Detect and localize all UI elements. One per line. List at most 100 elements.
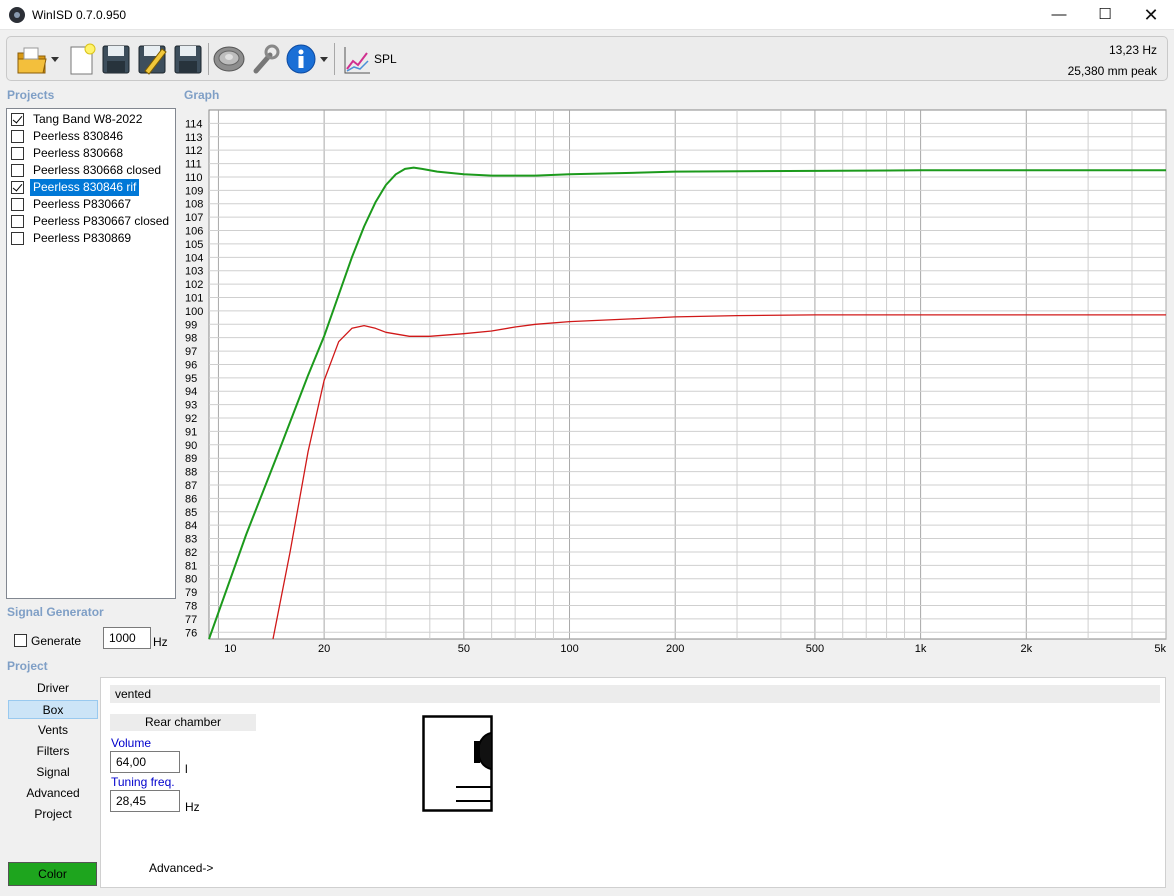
box-panel: vented Rear chamber Volume 64,00 l Tunin… — [100, 677, 1166, 888]
generate-label[interactable]: Generate — [31, 634, 81, 648]
open-folder-icon[interactable] — [15, 41, 49, 77]
info-dropdown-arrow-icon[interactable] — [320, 57, 328, 63]
x-tick-label: 1k — [915, 643, 927, 655]
y-tick-label: 105 — [185, 239, 203, 251]
y-tick-label: 114 — [185, 118, 203, 130]
project-nav-driver[interactable]: Driver — [8, 679, 98, 698]
x-tick-label: 20 — [318, 643, 330, 655]
project-nav-advanced[interactable]: Advanced — [8, 784, 98, 803]
save-all-icon[interactable] — [171, 41, 205, 77]
driver-icon[interactable] — [212, 41, 246, 77]
y-tick-label: 76 — [185, 627, 197, 639]
y-tick-label: 81 — [185, 560, 197, 572]
y-tick-label: 111 — [185, 159, 202, 171]
y-tick-label: 78 — [185, 601, 197, 613]
project-label[interactable]: Peerless 830668 closed — [30, 162, 164, 179]
tuning-frequency-input[interactable]: 28,45 — [110, 790, 180, 812]
new-project-icon[interactable] — [65, 41, 99, 77]
project-checkbox[interactable] — [11, 130, 24, 143]
project-label[interactable]: Peerless P830667 — [30, 196, 134, 213]
close-button[interactable]: ✕ — [1128, 0, 1174, 30]
save-icon[interactable] — [99, 41, 133, 77]
project-item[interactable]: Tang Band W8-2022 — [8, 111, 175, 128]
project-label[interactable]: Peerless P830869 — [30, 230, 134, 247]
project-item[interactable]: Peerless P830869 — [8, 230, 175, 247]
project-checkbox[interactable] — [11, 147, 24, 160]
cursor-excursion-readout: 25,380 mm peak — [1067, 64, 1157, 78]
volume-label: Volume — [111, 736, 152, 750]
toolbar-separator — [334, 43, 335, 75]
box-type-selector[interactable]: vented — [110, 685, 1160, 703]
y-tick-label: 91 — [185, 426, 197, 438]
project-label[interactable]: Peerless 830668 — [30, 145, 126, 162]
volume-unit: l — [185, 762, 188, 776]
window-title: WinISD 0.7.0.950 — [32, 8, 127, 22]
save-as-icon[interactable] — [135, 41, 169, 77]
app-logo-icon — [9, 7, 25, 23]
project-checkbox[interactable] — [11, 113, 24, 126]
y-tick-label: 110 — [185, 172, 203, 184]
project-checkbox[interactable] — [11, 198, 24, 211]
y-tick-label: 100 — [185, 306, 203, 318]
project-item[interactable]: Peerless 830846 rif — [8, 179, 175, 196]
y-tick-label: 97 — [185, 346, 197, 358]
y-tick-label: 94 — [185, 386, 197, 398]
open-dropdown-arrow-icon[interactable] — [51, 57, 59, 63]
tools-icon[interactable] — [248, 41, 282, 77]
generator-frequency-input[interactable]: 1000 — [103, 627, 151, 649]
project-nav-filters[interactable]: Filters — [8, 742, 98, 761]
project-checkbox[interactable] — [11, 181, 24, 194]
y-tick-label: 106 — [185, 226, 203, 238]
x-tick-label: 100 — [560, 643, 578, 655]
project-item[interactable]: Peerless P830667 — [8, 196, 175, 213]
tuning-frequency-label: Tuning freq. — [111, 775, 175, 789]
projects-list[interactable]: Tang Band W8-2022 Peerless 830846 Peerless… — [6, 108, 176, 599]
project-checkbox[interactable] — [11, 215, 24, 228]
y-tick-label: 103 — [185, 266, 203, 278]
y-tick-label: 89 — [185, 453, 197, 465]
y-tick-label: 90 — [185, 440, 197, 452]
y-tick-label: 112 — [185, 145, 203, 157]
advanced-link[interactable]: Advanced-> — [149, 861, 213, 875]
y-tick-label: 104 — [185, 252, 203, 264]
color-button[interactable]: Color — [8, 862, 97, 886]
project-item[interactable]: Peerless 830668 closed — [8, 162, 175, 179]
volume-input[interactable]: 64,00 — [110, 751, 180, 773]
y-tick-label: 82 — [185, 547, 197, 559]
project-item[interactable]: Peerless 830668 — [8, 145, 175, 162]
project-label[interactable]: Peerless P830667 closed — [30, 213, 172, 230]
y-tick-label: 79 — [185, 587, 197, 599]
spl-graph-icon[interactable] — [340, 41, 374, 77]
project-section-label: Project — [7, 659, 48, 673]
project-label[interactable]: Tang Band W8-2022 — [30, 111, 145, 128]
x-tick-label: 50 — [458, 643, 470, 655]
graph-area[interactable]: 76 77 78 79 80 81 82 83 84 85 86 87 88 89 90 91 92 93 94 95… — [181, 104, 1168, 657]
y-tick-label: 83 — [185, 534, 197, 546]
spl-chart[interactable]: 767778 7980 818283 8485 868788 8990 919293 9495… — [181, 104, 1168, 657]
minimize-button[interactable]: — — [1036, 0, 1082, 30]
project-item[interactable]: Peerless P830667 closed — [8, 213, 175, 230]
projects-section-label: Projects — [7, 88, 55, 102]
project-nav-signal[interactable]: Signal — [8, 763, 98, 782]
y-tick-label: 99 — [185, 319, 197, 331]
x-tick-label: 10 — [224, 643, 236, 655]
maximize-button[interactable]: ☐ — [1082, 0, 1128, 30]
cursor-frequency-readout: 13,23 Hz — [1108, 43, 1157, 57]
generator-frequency-unit: Hz — [153, 635, 168, 649]
spl-label[interactable]: SPL — [374, 52, 397, 66]
project-label[interactable]: Peerless 830846 rif — [30, 179, 140, 196]
info-icon[interactable] — [284, 41, 318, 77]
y-tick-label: 102 — [185, 279, 203, 291]
project-label[interactable]: Peerless 830846 — [30, 128, 126, 145]
project-checkbox[interactable] — [11, 232, 24, 245]
project-item[interactable]: Peerless 830846 — [8, 128, 175, 145]
project-nav-project[interactable]: Project — [8, 805, 98, 824]
y-tick-label: 84 — [185, 520, 197, 532]
y-tick-label: 96 — [185, 359, 197, 371]
generate-checkbox[interactable] — [14, 634, 27, 647]
x-tick-label: 5k — [1154, 643, 1166, 655]
project-nav-box[interactable]: Box — [8, 700, 98, 719]
y-tick-label: 95 — [185, 373, 197, 385]
project-nav-vents[interactable]: Vents — [8, 721, 98, 740]
project-checkbox[interactable] — [11, 164, 24, 177]
